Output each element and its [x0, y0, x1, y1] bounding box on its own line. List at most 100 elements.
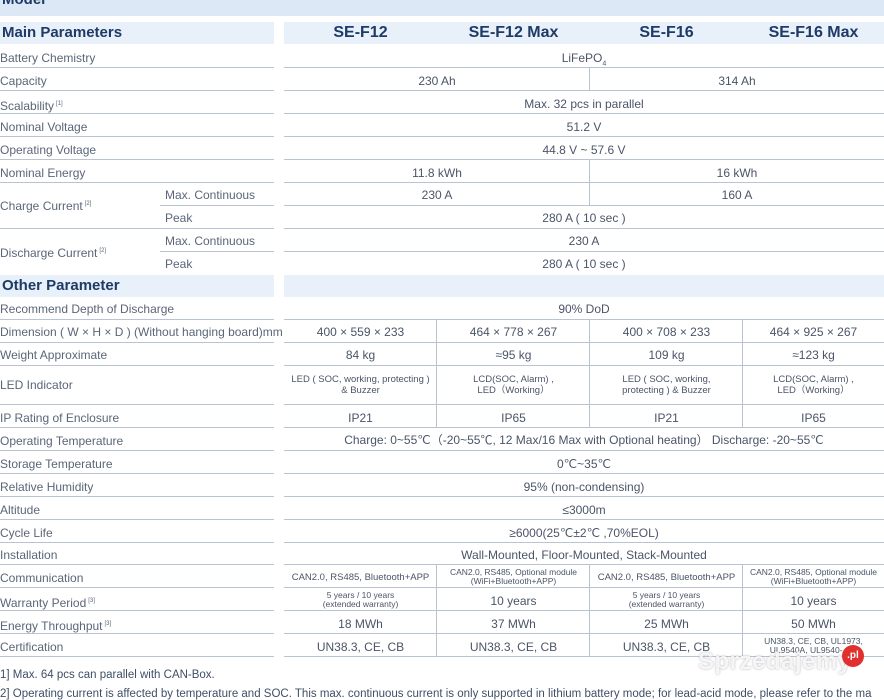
value-ip-se-f12-max: IP65	[501, 411, 526, 425]
label-warranty-text: Warranty Period	[0, 596, 87, 610]
row-divider	[0, 542, 274, 543]
value-certification-se-f12: UN38.3, CE, CB	[316, 640, 405, 654]
row-divider	[0, 496, 274, 497]
label-discharge-max-continuous: Max. Continuous	[165, 234, 256, 248]
column-divider	[436, 564, 437, 656]
value-altitude: ≤3000m	[562, 503, 606, 517]
value-led-se-f12: LED ( SOC, working, protecting ) & Buzzer	[291, 374, 430, 396]
label-throughput-text: Energy Throughput	[0, 619, 103, 633]
row-divider	[284, 319, 884, 320]
column-divider	[589, 319, 590, 427]
row-divider	[160, 205, 274, 206]
label-storage-temperature: Storage Temperature	[0, 457, 113, 471]
footnote-ref: [1]	[56, 101, 63, 107]
row-divider	[284, 450, 884, 451]
label-led-indicator: LED Indicator	[0, 378, 73, 392]
value-dimension-se-f12-max: 464 × 778 × 267	[469, 325, 558, 339]
value-operating-voltage: 44.8 V ~ 57.6 V	[542, 143, 626, 157]
row-divider	[0, 610, 274, 611]
label-nominal-energy: Nominal Energy	[0, 166, 86, 180]
footnote-ref: [3]	[104, 621, 112, 627]
row-divider	[0, 564, 274, 565]
value-weight-se-f12-max: ≈95 kg	[495, 348, 532, 362]
label-relative-humidity: Relative Humidity	[0, 480, 94, 494]
value-ip-se-f12: IP21	[348, 411, 373, 425]
label-operating-voltage: Operating Voltage	[0, 143, 97, 157]
value-scalability: Max. 32 pcs in parallel	[524, 97, 644, 111]
row-divider	[284, 159, 884, 160]
value-weight-se-f16: 109 kg	[648, 348, 685, 362]
value-depth-of-discharge: 90% DoD	[558, 302, 610, 316]
row-divider	[284, 342, 884, 343]
value-nominal-energy-f16: 16 kWh	[716, 166, 758, 180]
column-divider	[589, 159, 590, 205]
footnote-ref: [2]	[84, 201, 92, 207]
label-scalability: Scalability [1]	[0, 97, 63, 113]
label-discharge-peak: Peak	[165, 257, 193, 271]
row-divider	[0, 450, 274, 451]
value-installation: Wall-Mounted, Floor-Mounted, Stack-Mount…	[461, 548, 707, 562]
row-divider	[0, 228, 274, 229]
value-weight-se-f12: 84 kg	[345, 348, 376, 362]
footnote-ref: [2]	[99, 248, 107, 254]
label-dimension: Dimension ( W × H × D ) (Without hanging…	[0, 325, 283, 339]
row-divider	[284, 496, 884, 497]
value-dimension-se-f12: 400 × 559 × 233	[316, 325, 405, 339]
row-divider	[284, 633, 884, 634]
row-divider	[284, 365, 884, 366]
value-warranty-se-f12: 5 years / 10 years (extended warranty)	[322, 591, 399, 609]
row-divider	[284, 113, 884, 114]
value-dimension-se-f16: 400 × 708 × 233	[622, 325, 711, 339]
row-divider	[284, 182, 884, 183]
model-se-f16-max: SE-F16 Max	[768, 24, 859, 41]
value-throughput-se-f16: 25 MWh	[644, 617, 689, 631]
row-divider	[0, 365, 274, 366]
value-warranty-se-f16: 5 years / 10 years (extended warranty)	[628, 591, 705, 609]
row-divider	[284, 136, 884, 137]
value-communication-se-f16-max: CAN2.0, RS485, Optional module (WiFi+Blue…	[749, 568, 878, 586]
value-operating-temperature: Charge: 0~55℃（-20~55℃, 12 Max/16 Max wit…	[344, 433, 824, 447]
value-capacity-f16: 314 Ah	[718, 74, 756, 88]
row-divider	[284, 228, 884, 229]
label-charge-peak: Peak	[165, 211, 193, 225]
row-divider	[284, 542, 884, 543]
row-divider	[0, 427, 274, 428]
value-charge-max-f12: 230 A	[421, 188, 453, 202]
row-divider	[284, 404, 884, 405]
footnote-1: 1] Max. 64 pcs can parallel with CAN-Box…	[0, 669, 215, 681]
value-storage-temperature: 0℃~35℃	[557, 457, 611, 471]
label-discharge-current: Discharge Current [2]	[0, 244, 106, 260]
row-divider	[284, 205, 884, 206]
value-led-se-f16: LED ( SOC, working, protecting ) & Buzzer	[622, 374, 711, 396]
value-throughput-se-f16-max: 50 MWh	[791, 617, 836, 631]
column-divider	[436, 319, 437, 427]
row-divider	[0, 90, 274, 91]
section-title-other: Other Parameter	[2, 277, 120, 294]
label-certification: Certification	[0, 640, 64, 654]
watermark-logo: Sprzedajemy	[698, 648, 852, 675]
column-divider	[589, 564, 590, 656]
label-installation: Installation	[0, 548, 58, 562]
model-se-f12-max: SE-F12 Max	[468, 24, 559, 41]
label-nominal-voltage: Nominal Voltage	[0, 120, 88, 134]
value-charge-max-f16: 160 A	[721, 188, 753, 202]
model-se-f12: SE-F12	[333, 24, 388, 41]
column-divider	[742, 319, 743, 427]
value-capacity-f12: 230 Ah	[418, 74, 456, 88]
value-ip-se-f16: IP21	[654, 411, 679, 425]
value-warranty-se-f16-max: 10 years	[790, 594, 837, 608]
section-header-right	[284, 275, 884, 297]
value-communication-se-f16: CAN2.0, RS485, Bluetooth+APP	[597, 572, 736, 583]
label-ip-rating: IP Rating of Enclosure	[0, 411, 120, 425]
row-divider	[0, 633, 274, 634]
row-divider	[0, 656, 274, 657]
row-divider	[284, 251, 884, 252]
value-communication-se-f12: CAN2.0, RS485, Bluetooth+APP	[291, 572, 430, 583]
value-battery-chemistry: LiFePO4	[561, 51, 607, 68]
row-divider	[0, 519, 274, 520]
row-divider	[0, 319, 274, 320]
value-cycle-life: ≥6000(25℃±2℃ ,70%EOL)	[509, 526, 659, 540]
label-capacity: Capacity	[0, 74, 47, 88]
row-divider	[284, 564, 884, 565]
row-divider	[284, 90, 884, 91]
